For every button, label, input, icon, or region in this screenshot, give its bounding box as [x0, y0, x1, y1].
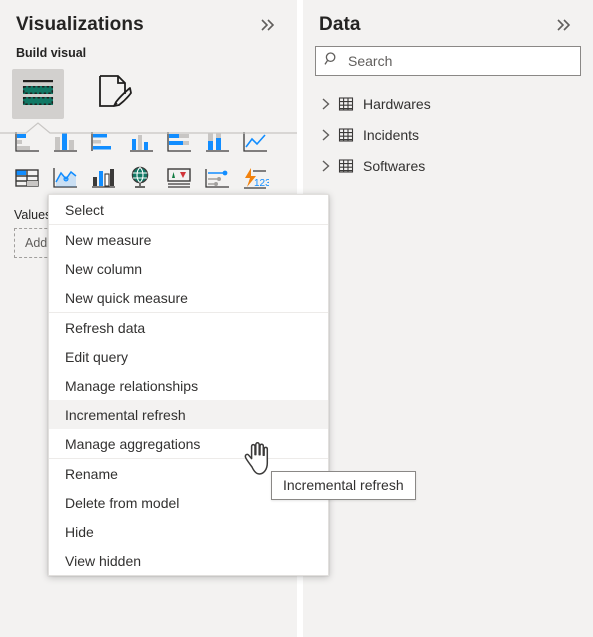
- gallery-item-line-and-stacked-column[interactable]: [49, 165, 81, 195]
- fields-table-icon: [19, 75, 57, 114]
- visualizations-pane-header: Visualizations: [0, 0, 297, 35]
- globe-map-icon: [127, 165, 155, 196]
- gallery-item-kpi[interactable]: [163, 165, 195, 195]
- chevron-right-icon[interactable]: [317, 128, 335, 141]
- menu-item-edit-query[interactable]: Edit query: [49, 342, 328, 371]
- visual-pane-tabstrip: [0, 60, 297, 134]
- table-icon: [335, 127, 357, 143]
- svg-text:123: 123: [254, 178, 269, 189]
- format-visual-tab[interactable]: [88, 69, 140, 119]
- data-search-wrapper: Search: [303, 34, 593, 76]
- chevron-right-icon[interactable]: [317, 97, 335, 110]
- chevron-right-icon[interactable]: [317, 159, 335, 172]
- menu-item-select[interactable]: Select: [49, 195, 328, 224]
- data-pane-header: Data: [303, 0, 593, 35]
- key-influencers-icon: 123: [241, 165, 271, 196]
- menu-item-view-hidden[interactable]: View hidden: [49, 546, 328, 575]
- tree-item-label: Softwares: [363, 157, 426, 174]
- kpi-icon: [165, 165, 193, 196]
- menu-item-new-column[interactable]: New column: [49, 254, 328, 283]
- data-table-tree: Hardwares Incidents Softwares: [303, 76, 593, 181]
- visualizations-pane-title: Visualizations: [16, 14, 144, 35]
- paintbrush-page-icon: [94, 73, 134, 116]
- table-icon: [335, 158, 357, 174]
- tree-item-label: Incidents: [363, 126, 420, 143]
- search-input[interactable]: Search: [315, 46, 581, 76]
- table-icon: [13, 165, 41, 196]
- gallery-item-ribbon-chart[interactable]: [87, 165, 119, 195]
- data-pane-title: Data: [319, 14, 361, 35]
- menu-item-manage-relationships[interactable]: Manage relationships: [49, 371, 328, 400]
- tree-item-softwares[interactable]: Softwares: [311, 150, 593, 181]
- chevron-double-right-icon[interactable]: [256, 16, 281, 34]
- power-bi-panes: Visualizations Build visual 123 Values A…: [0, 0, 593, 637]
- gallery-item-key-influencers[interactable]: 123: [239, 165, 271, 195]
- line-stacked-column-icon: [51, 165, 79, 196]
- build-visual-label: Build visual: [16, 46, 87, 60]
- menu-item-incremental-refresh[interactable]: Incremental refresh: [49, 400, 328, 429]
- gallery-item-map[interactable]: [125, 165, 157, 195]
- incremental-refresh-tooltip: Incremental refresh: [271, 471, 416, 500]
- search-placeholder: Search: [348, 53, 393, 69]
- tree-item-incidents[interactable]: Incidents: [311, 119, 593, 150]
- gallery-item-table[interactable]: [11, 165, 43, 195]
- chevron-double-right-icon[interactable]: [552, 16, 577, 34]
- tree-item-hardwares[interactable]: Hardwares: [311, 88, 593, 119]
- table-context-menu[interactable]: Select New measure New column New quick mea…: [48, 194, 329, 576]
- search-icon: [324, 51, 340, 72]
- menu-item-hide[interactable]: Hide: [49, 517, 328, 546]
- decomposition-tree-icon: [203, 165, 231, 196]
- ribbon-chart-icon: [89, 165, 117, 196]
- menu-item-new-quick-measure[interactable]: New quick measure: [49, 283, 328, 312]
- build-visual-tab[interactable]: [12, 69, 64, 119]
- gallery-item-decomposition-tree[interactable]: [201, 165, 233, 195]
- table-icon: [335, 96, 357, 112]
- data-pane: Data Search Hardwares Incidents Software…: [303, 0, 593, 637]
- menu-item-new-measure[interactable]: New measure: [49, 225, 328, 254]
- menu-item-refresh-data[interactable]: Refresh data: [49, 313, 328, 342]
- menu-item-manage-aggregations[interactable]: Manage aggregations: [49, 429, 328, 458]
- selected-tab-indicator: [0, 121, 297, 134]
- tree-item-label: Hardwares: [363, 95, 431, 112]
